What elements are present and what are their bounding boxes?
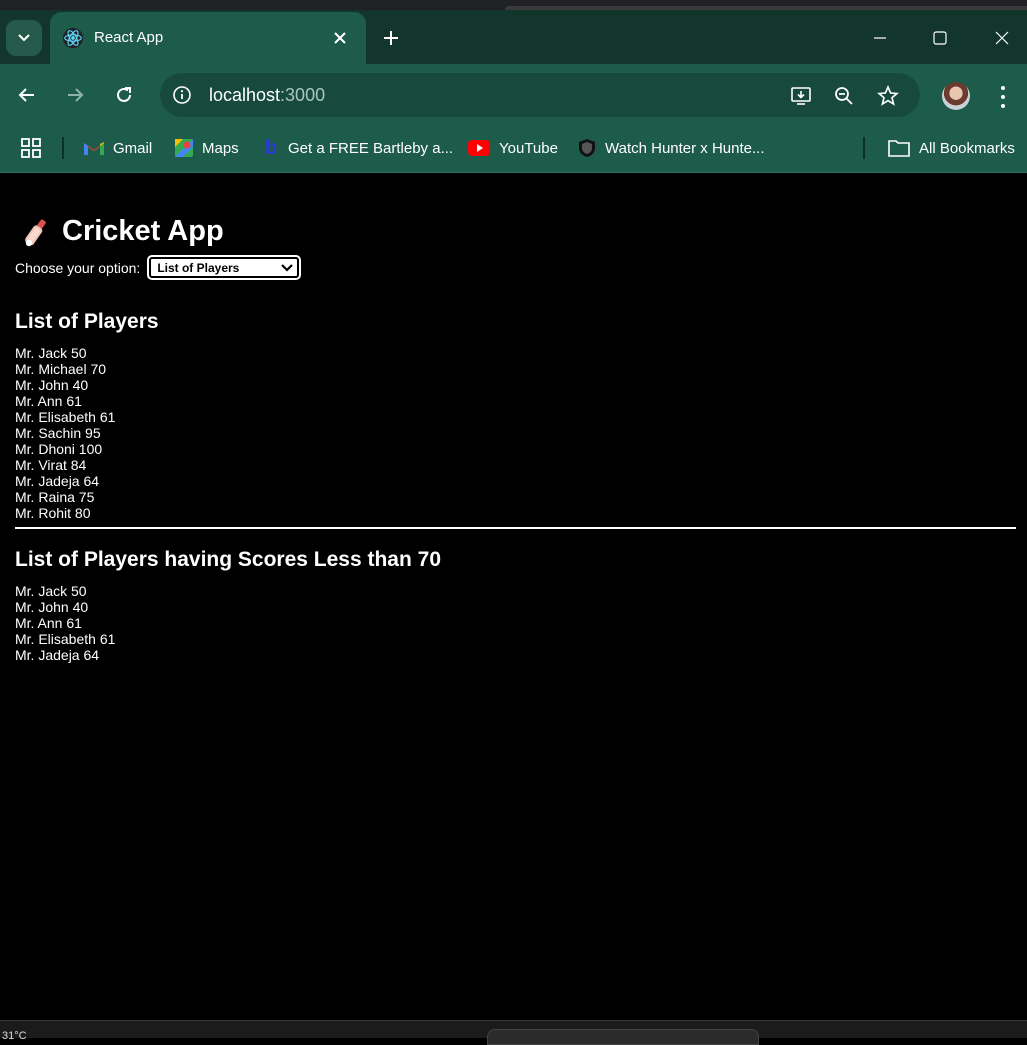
minimize-icon[interactable] bbox=[866, 24, 894, 52]
option-select-value: List of Players bbox=[157, 260, 240, 275]
option-row: Choose your option: List of Players bbox=[15, 255, 302, 280]
folder-icon bbox=[888, 140, 910, 157]
close-window-icon[interactable] bbox=[988, 24, 1016, 52]
bookmarks-separator bbox=[62, 137, 64, 159]
bookmark-label: YouTube bbox=[499, 139, 558, 157]
chevron-down-icon bbox=[18, 34, 30, 42]
react-icon bbox=[62, 27, 84, 49]
player-item: Mr. John 40 bbox=[15, 599, 89, 615]
player-item: Mr. Ann 61 bbox=[15, 615, 82, 631]
option-label: Choose your option: bbox=[15, 259, 141, 276]
reload-icon[interactable] bbox=[110, 81, 138, 109]
player-item: Mr. Michael 70 bbox=[15, 361, 107, 377]
player-item: Mr. Dhoni 100 bbox=[15, 441, 103, 457]
player-item: Mr. Jadeja 64 bbox=[15, 647, 100, 663]
low-score-heading: List of Players having Scores Less than … bbox=[15, 548, 441, 571]
player-item: Mr. Elisabeth 61 bbox=[15, 631, 116, 647]
player-item: Mr. Jadeja 64 bbox=[15, 473, 100, 489]
bookmark-label: Watch Hunter x Hunte... bbox=[605, 139, 765, 157]
title-bar-edge-overlay bbox=[505, 6, 1027, 10]
new-tab-icon[interactable] bbox=[378, 25, 404, 51]
players-list: Mr. Jack 50 Mr. Michael 70 Mr. John 40 Mr. … bbox=[15, 345, 115, 521]
bookmark-hunter[interactable]: Watch Hunter x Hunte... bbox=[577, 136, 765, 160]
bookmark-youtube[interactable]: YouTube bbox=[467, 136, 558, 160]
page-title: Cricket App bbox=[62, 215, 224, 247]
tab-strip: React App bbox=[0, 0, 1027, 64]
bookmark-label: Gmail bbox=[113, 139, 153, 157]
bookmark-star-icon[interactable] bbox=[875, 83, 901, 109]
tab-search-button[interactable] bbox=[6, 20, 42, 56]
url-host: localhost bbox=[209, 85, 281, 105]
player-item: Mr. Sachin 95 bbox=[15, 425, 101, 441]
more-menu-icon[interactable] bbox=[993, 84, 1013, 110]
apps-grid-icon[interactable] bbox=[20, 136, 42, 160]
bookmark-maps[interactable]: Maps bbox=[174, 136, 239, 160]
all-bookmarks-label: All Bookmarks bbox=[919, 139, 1015, 157]
player-item: Mr. Ann 61 bbox=[15, 393, 82, 409]
install-app-icon[interactable] bbox=[788, 83, 814, 109]
weather-text: 31°C bbox=[2, 1030, 27, 1042]
player-item: Mr. John 40 bbox=[15, 377, 89, 393]
player-item: Mr. Elisabeth 61 bbox=[15, 409, 116, 425]
app-header: Cricket App bbox=[22, 215, 224, 248]
players-heading: List of Players bbox=[15, 310, 159, 333]
tab-title: React App bbox=[94, 29, 164, 46]
back-arrow-icon[interactable] bbox=[13, 81, 41, 109]
browser-toolbar: localhost:3000 bbox=[0, 64, 1027, 126]
bookmark-bartleby[interactable]: b Get a FREE Bartleby a... bbox=[262, 136, 453, 160]
taskbar-search[interactable] bbox=[487, 1029, 759, 1045]
url-text: localhost:3000 bbox=[209, 85, 325, 106]
option-select[interactable]: List of Players bbox=[147, 255, 302, 280]
youtube-icon bbox=[468, 140, 490, 156]
cricket-bat-icon bbox=[25, 219, 46, 246]
close-tab-icon[interactable] bbox=[328, 26, 352, 50]
bookmarks-separator bbox=[863, 137, 865, 159]
gmail-icon bbox=[84, 142, 104, 155]
url-port: :3000 bbox=[280, 85, 326, 105]
page-content: Cricket App Choose your option: List of … bbox=[0, 173, 1027, 1020]
player-item: Mr. Jack 50 bbox=[15, 345, 87, 361]
player-item: Mr. Virat 84 bbox=[15, 457, 87, 473]
bookmarks-bar: Gmail Maps b Get a FREE Bartleby a... Yo… bbox=[0, 126, 1027, 173]
player-item: Mr. Rohit 80 bbox=[15, 505, 91, 521]
maps-icon bbox=[175, 139, 193, 157]
shield-icon bbox=[579, 139, 595, 157]
forward-arrow-icon[interactable] bbox=[61, 81, 89, 109]
player-item: Mr. Raina 75 bbox=[15, 489, 95, 505]
os-taskbar: 31°C bbox=[0, 1020, 1027, 1045]
address-bar[interactable]: localhost:3000 bbox=[160, 73, 920, 117]
bartleby-icon: b bbox=[264, 136, 278, 159]
section-divider bbox=[15, 527, 1016, 529]
site-info-icon[interactable] bbox=[170, 83, 194, 107]
maximize-icon[interactable] bbox=[926, 24, 954, 52]
bookmark-label: Maps bbox=[202, 139, 239, 157]
bookmark-gmail[interactable]: Gmail bbox=[83, 136, 152, 160]
all-bookmarks-button[interactable]: All Bookmarks bbox=[887, 136, 1015, 160]
bookmark-label: Get a FREE Bartleby a... bbox=[288, 139, 454, 157]
player-item: Mr. Jack 50 bbox=[15, 583, 87, 599]
browser-tab[interactable]: React App bbox=[50, 12, 366, 64]
low-score-list: Mr. Jack 50 Mr. John 40 Mr. Ann 61 Mr. Elis… bbox=[15, 583, 115, 663]
zoom-out-icon[interactable] bbox=[831, 83, 857, 109]
profile-avatar[interactable] bbox=[942, 82, 970, 110]
chevron-down-icon bbox=[281, 263, 294, 272]
